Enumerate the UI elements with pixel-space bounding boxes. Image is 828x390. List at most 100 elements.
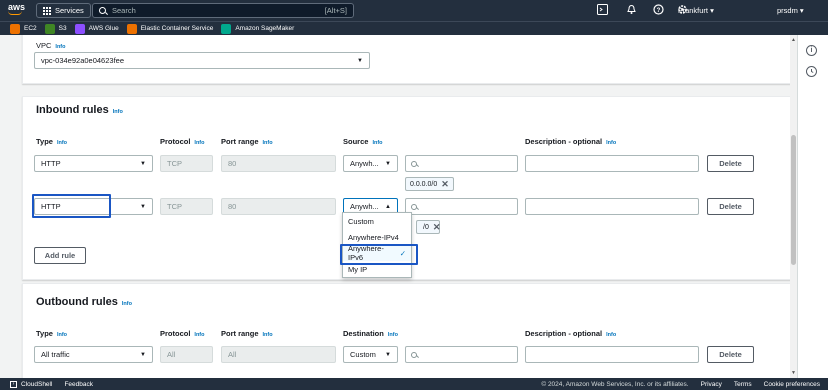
caret-up-icon: ▲ — [385, 203, 391, 210]
delete-button[interactable]: Delete — [707, 155, 754, 172]
notifications-bell-icon[interactable] — [625, 4, 638, 17]
scroll-up-icon[interactable]: ▲ — [791, 37, 796, 43]
caret-down-icon: ▼ — [385, 351, 391, 358]
grid-icon — [43, 6, 51, 15]
type-select[interactable]: HTTP ▼ — [34, 155, 153, 172]
dropdown-option-custom[interactable]: Custom — [343, 213, 411, 229]
header-port-range: Port range Info — [221, 137, 273, 146]
description-input[interactable] — [525, 155, 699, 172]
info-link[interactable]: Info — [606, 332, 616, 338]
page-scrollbar[interactable]: ▲ ▼ — [790, 35, 797, 378]
privacy-link[interactable]: Privacy — [701, 381, 722, 388]
search-icon — [411, 203, 417, 210]
description-input[interactable] — [525, 198, 699, 215]
header-protocol: Protocol Info — [160, 329, 205, 338]
dropdown-option-anywhere-ipv4[interactable]: Anywhere-IPv4 — [343, 229, 411, 245]
header-source: Source Info — [343, 137, 383, 146]
search-icon — [411, 351, 417, 358]
destination-search-input[interactable] — [405, 346, 518, 363]
delete-button[interactable]: Delete — [707, 198, 754, 215]
cloudshell-icon[interactable] — [596, 4, 609, 17]
caret-down-icon: ▼ — [140, 160, 146, 167]
header-type: Type Info — [36, 137, 68, 146]
favorite-ecs[interactable]: Elastic Container Service — [126, 23, 213, 34]
aws-logo[interactable]: aws — [8, 3, 25, 15]
outbound-type-select[interactable]: All traffic ▼ — [34, 346, 153, 363]
vpc-info-link[interactable]: Info — [55, 44, 65, 50]
s3-icon — [44, 23, 55, 34]
remove-token-icon[interactable]: ✕ — [441, 179, 449, 190]
protocol-field: TCP — [160, 198, 213, 215]
info-link[interactable]: Info — [263, 332, 273, 338]
favorite-glue[interactable]: AWS Glue — [74, 23, 119, 34]
info-link[interactable]: Info — [388, 332, 398, 338]
header-description: Description - optional Info — [525, 329, 617, 338]
terminal-icon: › — [10, 380, 17, 388]
favorites-bar: EC2 S3 AWS Glue Elastic Container Servic… — [0, 21, 828, 35]
svg-text:?: ? — [657, 8, 661, 14]
favorite-s3[interactable]: S3 — [44, 23, 67, 34]
clock-icon[interactable] — [806, 66, 817, 77]
scroll-down-icon[interactable]: ▼ — [791, 370, 796, 376]
info-link[interactable]: Info — [194, 140, 204, 146]
settings-gear-icon[interactable] — [676, 4, 689, 17]
scrollbar-thumb[interactable] — [791, 135, 796, 265]
vpc-label: VPC Info — [36, 41, 66, 50]
favorite-sagemaker[interactable]: Amazon SageMaker — [221, 23, 294, 34]
add-rule-button[interactable]: Add rule — [34, 247, 86, 264]
favorite-ec2[interactable]: EC2 — [10, 23, 37, 34]
favorite-label: S3 — [58, 25, 67, 32]
destination-select[interactable]: Custom ▼ — [343, 346, 398, 363]
sagemaker-icon — [221, 23, 232, 34]
favorite-label: AWS Glue — [88, 25, 119, 32]
type-highlight-box — [32, 194, 111, 218]
search-shortcut: [Alt+S] — [324, 6, 347, 15]
info-panel-icon[interactable]: i — [806, 45, 817, 56]
search-placeholder: Search — [112, 6, 136, 15]
info-link[interactable]: Info — [194, 332, 204, 338]
outbound-info-link[interactable]: Info — [122, 301, 132, 307]
aws-logo-text: aws — [8, 2, 26, 12]
delete-button[interactable]: Delete — [707, 346, 754, 363]
services-button[interactable]: Services — [36, 3, 91, 18]
protocol-field: All — [160, 346, 213, 363]
account-menu[interactable]: prsdm ▾ — [777, 4, 804, 17]
header-destination: Destination Info — [343, 329, 398, 338]
port-range-field: 80 — [221, 198, 336, 215]
cloudshell-link[interactable]: › CloudShell — [10, 380, 52, 388]
terms-link[interactable]: Terms — [734, 381, 752, 388]
vpc-panel: VPC Info vpc-034e92a0e04623fee ▼ — [22, 35, 792, 84]
port-range-field: All — [221, 346, 336, 363]
header-description: Description - optional Info — [525, 137, 617, 146]
ecs-icon — [126, 23, 137, 34]
inbound-info-link[interactable]: Info — [113, 109, 123, 115]
source-select[interactable]: Anywh... ▼ — [343, 155, 398, 172]
caret-down-icon: ▼ — [357, 57, 363, 64]
utility-side-panel: i — [797, 35, 828, 378]
info-link[interactable]: Info — [263, 140, 273, 146]
feedback-link[interactable]: Feedback — [64, 381, 93, 388]
info-link[interactable]: Info — [372, 140, 382, 146]
outbound-rules-title: Outbound rules Info — [36, 296, 132, 308]
search-icon — [411, 160, 417, 167]
source-search-input[interactable] — [405, 198, 518, 215]
favorite-label: EC2 — [24, 25, 37, 32]
header-port-range: Port range Info — [221, 329, 273, 338]
inbound-rules-title: Inbound rules Info — [36, 104, 123, 116]
ec2-icon — [10, 23, 20, 34]
info-link[interactable]: Info — [606, 140, 616, 146]
source-search-input[interactable] — [405, 155, 518, 172]
console-footer: › CloudShell Feedback © 2024, Amazon Web … — [0, 378, 828, 390]
info-link[interactable]: Info — [57, 332, 67, 338]
header-type: Type Info — [36, 329, 68, 338]
help-icon[interactable]: ? — [652, 4, 665, 17]
outbound-rules-panel: Outbound rules Info Type Info Protocol Info… — [22, 283, 792, 378]
description-input[interactable] — [525, 346, 699, 363]
cidr-token: /0 ✕ — [416, 220, 440, 234]
cookie-preferences-link[interactable]: Cookie preferences — [764, 381, 820, 388]
vpc-select[interactable]: vpc-034e92a0e04623fee ▼ — [34, 52, 370, 69]
search-icon — [99, 7, 106, 14]
info-link[interactable]: Info — [57, 140, 67, 146]
global-search-input[interactable]: Search [Alt+S] — [92, 3, 354, 18]
remove-token-icon[interactable]: ✕ — [433, 222, 441, 233]
